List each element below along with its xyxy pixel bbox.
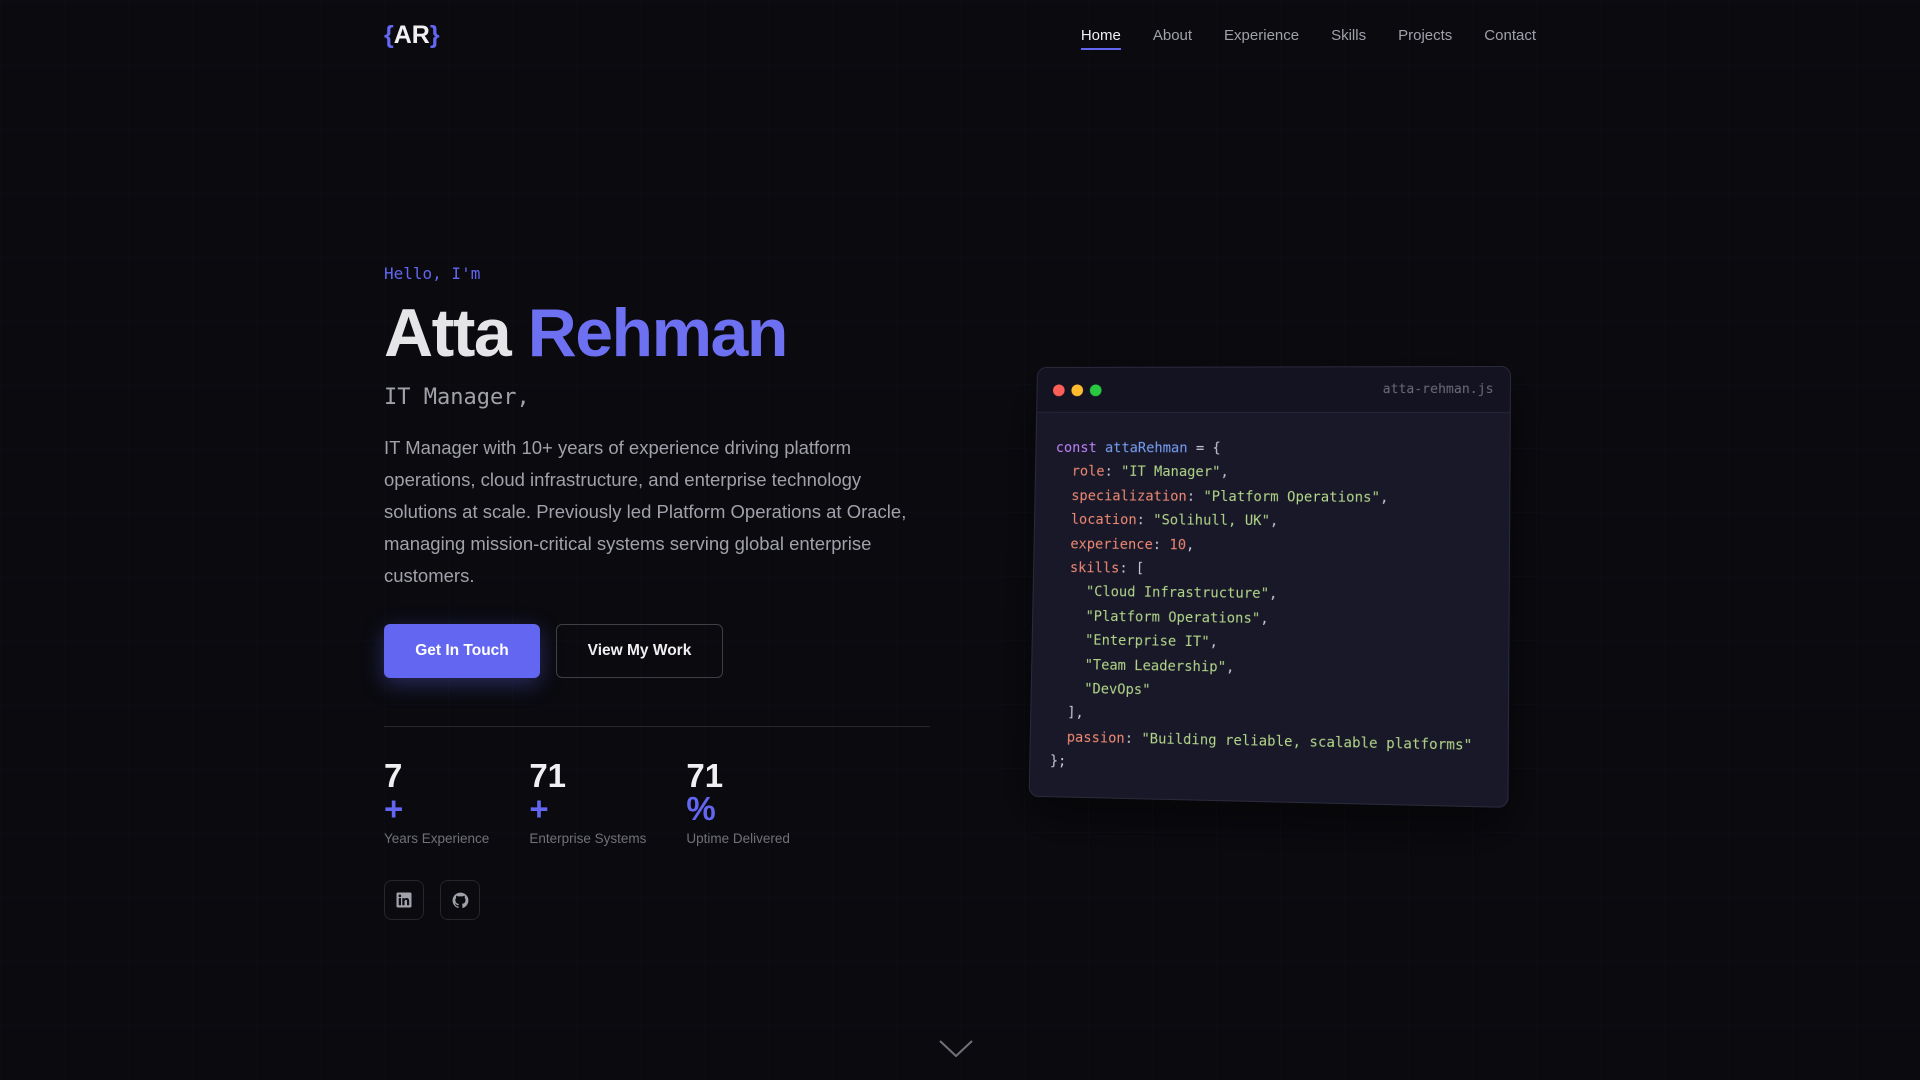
get-in-touch-button[interactable]: Get In Touch (384, 624, 540, 678)
github-button[interactable] (440, 880, 480, 920)
nav-about[interactable]: About (1153, 23, 1192, 48)
nav-home[interactable]: Home (1081, 23, 1121, 48)
maximize-dot-icon (1090, 384, 1102, 396)
linkedin-button[interactable] (384, 880, 424, 920)
stat-systems: 71 + Enterprise Systems (529, 759, 646, 846)
logo[interactable]: {AR} (384, 21, 440, 50)
divider (384, 726, 930, 727)
social-links (384, 880, 934, 920)
nav-links: Home About Experience Skills Projects Co… (1081, 23, 1536, 48)
hero-description: IT Manager with 10+ years of experience … (384, 432, 934, 592)
stat-uptime: 71% Uptime Delivered (686, 759, 790, 846)
linkedin-icon (395, 891, 413, 909)
top-nav: {AR} Home About Experience Skills Projec… (384, 0, 1536, 70)
code-body: const attaRehman = { role: "IT Manager",… (1030, 413, 1510, 808)
greeting: Hello, I'm (384, 264, 934, 283)
stats: 7 + Years Experience 71 + Enterprise Systems… (384, 759, 934, 846)
nav-experience[interactable]: Experience (1224, 23, 1299, 48)
code-filename: atta-rehman.js (1383, 382, 1494, 397)
nav-skills[interactable]: Skills (1331, 23, 1366, 48)
hero-role: IT Manager, (384, 385, 934, 410)
close-dot-icon (1053, 384, 1065, 396)
stat-years: 7 + Years Experience (384, 759, 489, 846)
view-my-work-button[interactable]: View My Work (556, 624, 723, 678)
minimize-dot-icon (1071, 384, 1083, 396)
code-window: atta-rehman.js const attaRehman = { role… (1029, 366, 1511, 808)
github-icon (451, 891, 470, 910)
nav-contact[interactable]: Contact (1484, 23, 1536, 48)
hero-name: Atta Rehman (384, 293, 934, 373)
code-window-titlebar: atta-rehman.js (1037, 367, 1510, 413)
scroll-down-chevron-icon[interactable] (938, 1038, 974, 1060)
hero: Hello, I'm Atta Rehman IT Manager, IT Ma… (384, 264, 934, 920)
nav-projects[interactable]: Projects (1398, 23, 1452, 48)
